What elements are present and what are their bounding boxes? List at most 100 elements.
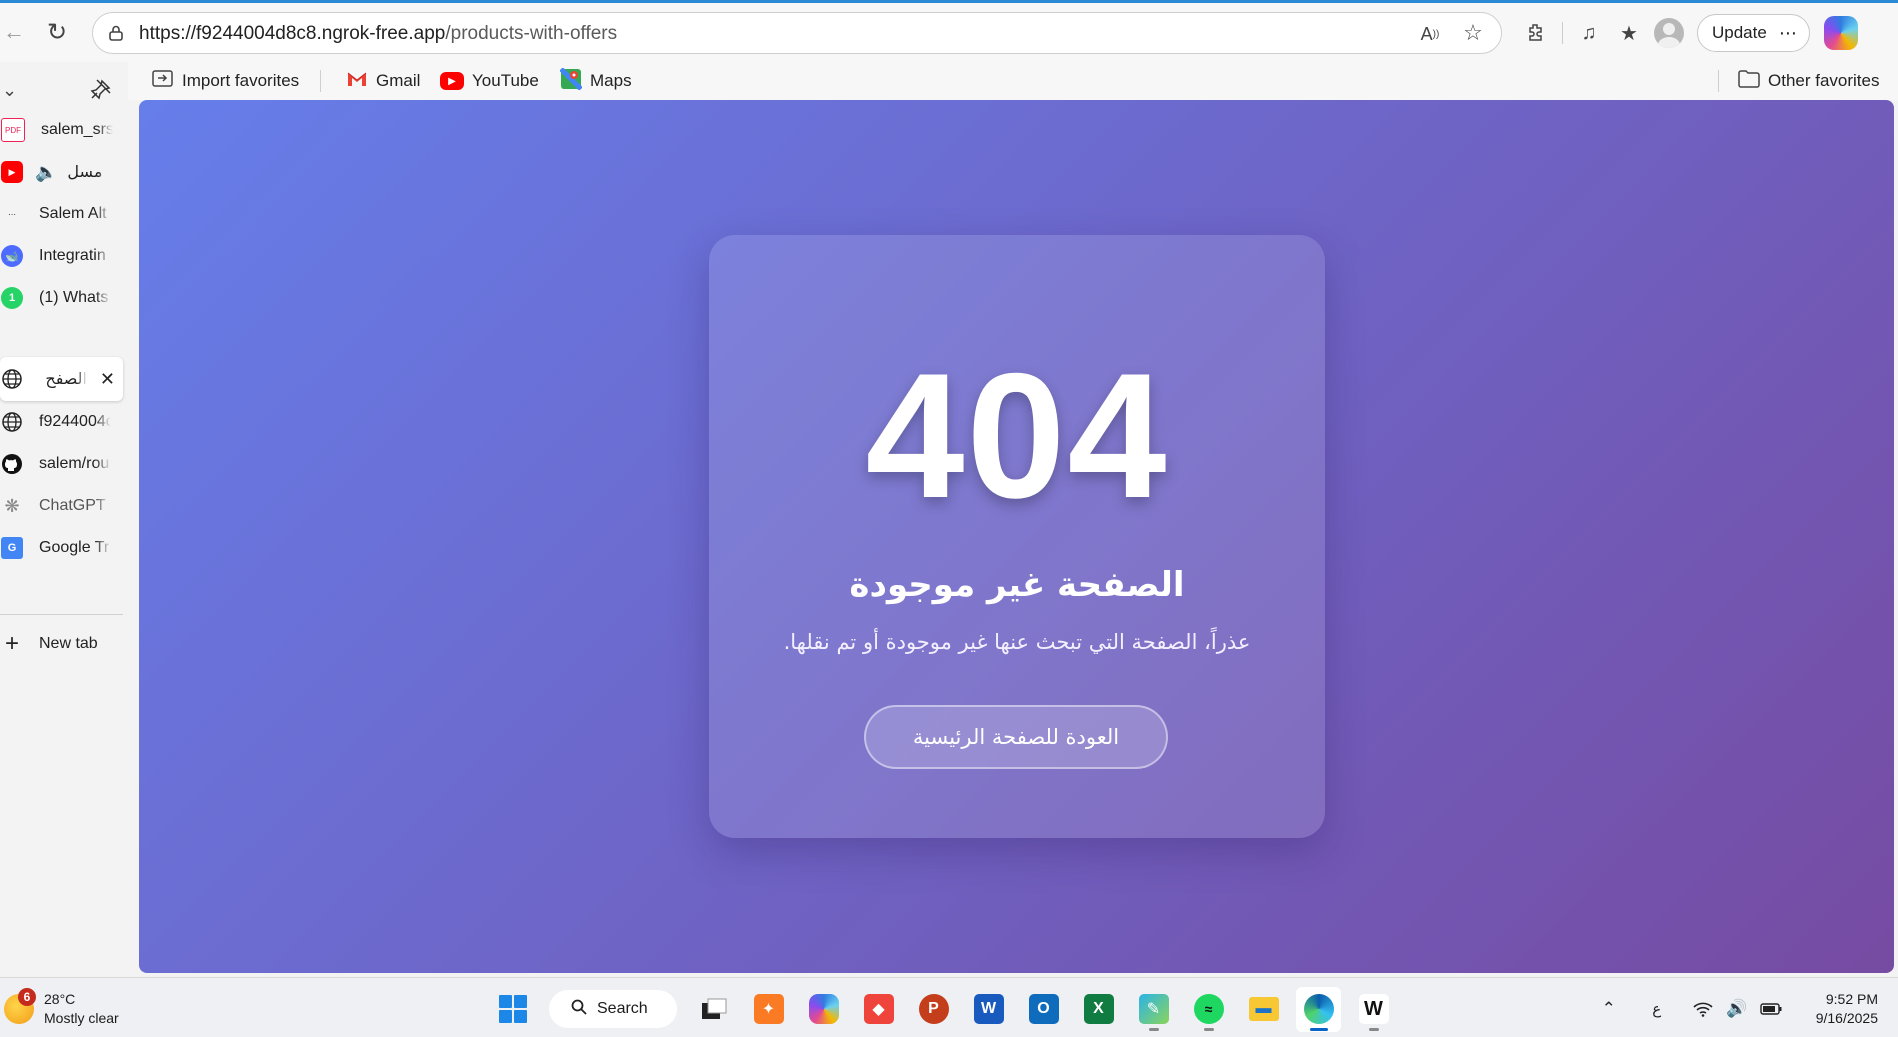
more-menu-icon[interactable]: ⋯: [1779, 23, 1797, 44]
vertical-tab[interactable]: 🐋 Integratin: [0, 234, 123, 278]
vertical-tab[interactable]: f9244004c: [0, 400, 123, 444]
xampp-icon[interactable]: ✦: [746, 987, 791, 1032]
pdf-icon: PDF: [1, 118, 25, 142]
edge-browser-icon[interactable]: [1296, 986, 1341, 1032]
wordly-app-icon[interactable]: W: [1351, 987, 1396, 1032]
site-info-icon[interactable]: [105, 22, 127, 44]
other-favorites-label: Other favorites: [1768, 71, 1880, 90]
vertical-tab[interactable]: salem/rou: [0, 442, 123, 486]
gmail-icon: [346, 70, 368, 93]
vertical-tab-active[interactable]: الصفح ✕: [0, 357, 123, 401]
extensions-icon[interactable]: [1516, 13, 1556, 53]
plus-icon: +: [4, 630, 19, 657]
tab-title: salem/rou: [39, 455, 110, 472]
import-icon: [152, 69, 174, 94]
update-label: Update: [1712, 23, 1767, 42]
wifi-icon[interactable]: [1688, 994, 1718, 1024]
back-arrow-icon[interactable]: ←: [2, 17, 26, 47]
weather-condition: Mostly clear: [44, 1010, 119, 1026]
error-card: 404 الصفحة غير موجودة عذراً، الصفحة التي…: [709, 235, 1325, 838]
deepseek-whale-icon: 🐋: [1, 245, 23, 267]
clock-date: 9/16/2025: [1815, 1010, 1878, 1026]
windows-logo-icon: [498, 995, 527, 1023]
taskbar-apps: Search ✦ ◆ P W O X ✎ ≈ ▬ W: [490, 986, 1396, 1032]
url-host: https://f9244004d8c8.ngrok-free.app: [139, 23, 446, 44]
tab-title: Google Tr: [39, 539, 110, 556]
back-to-home-button[interactable]: العودة للصفحة الرئيسية: [864, 705, 1168, 769]
speaker-icon[interactable]: 🔈: [35, 162, 57, 183]
vertical-tab[interactable]: ⋯ Salem Alt: [0, 192, 123, 236]
paint-icon[interactable]: ✎: [1131, 987, 1176, 1032]
new-tab-button[interactable]: + New tab: [0, 622, 123, 666]
weather-icon: 6: [4, 988, 36, 1024]
favorite-maps[interactable]: Maps: [559, 66, 632, 95]
vertical-tabs-header: ⌄: [0, 72, 128, 112]
address-bar[interactable]: https://f9244004d8c8.ngrok-free.app/prod…: [92, 12, 1502, 54]
error-code: 404: [865, 336, 1169, 535]
import-favorites-label: Import favorites: [182, 71, 300, 90]
favorites-divider: [320, 70, 321, 92]
google-translate-icon: G: [1, 537, 23, 559]
file-explorer-icon[interactable]: ▬: [1241, 987, 1286, 1032]
favorites-bar: Import favorites Gmail ▶ YouTube Maps Ot…: [0, 62, 1898, 100]
favorite-label: Gmail: [376, 71, 421, 90]
anydesk-icon[interactable]: ◆: [856, 987, 901, 1032]
other-favorites-folder[interactable]: Other favorites: [1738, 67, 1880, 95]
vertical-tab[interactable]: PDF salem_srs: [0, 108, 123, 152]
tab-title: Integratin: [39, 247, 106, 264]
copilot-icon[interactable]: [1823, 16, 1858, 50]
globe-icon: [1, 411, 23, 433]
windows-taskbar: 6 28°C Mostly clear Search ✦ ◆ P W O X ✎…: [0, 977, 1898, 1037]
system-clock[interactable]: 9:52 PM 9/16/2025: [1816, 990, 1878, 1028]
import-favorites-link[interactable]: Import favorites: [152, 67, 299, 95]
chatgpt-icon: ❋: [4, 495, 20, 516]
temperature: 28°C: [44, 991, 76, 1007]
search-icon: [571, 999, 587, 1020]
notification-badge: 6: [18, 988, 36, 1006]
add-favorite-star-icon[interactable]: ☆: [1459, 19, 1487, 47]
start-button[interactable]: [490, 987, 535, 1032]
favorite-youtube[interactable]: ▶ YouTube: [440, 67, 539, 95]
vertical-tab[interactable]: ▶ 🔈 مسل: [0, 150, 123, 194]
url-text[interactable]: https://f9244004d8c8.ngrok-free.app/prod…: [139, 23, 617, 45]
spotify-icon[interactable]: ≈: [1186, 987, 1231, 1032]
powerpoint-icon[interactable]: P: [911, 987, 956, 1032]
vertical-tab[interactable]: G Google Tr: [0, 526, 123, 570]
profile-avatar[interactable]: [1649, 13, 1689, 53]
tab-title: الصفح: [45, 371, 87, 388]
avatar: [1654, 18, 1684, 48]
tab-title: مسل: [67, 164, 103, 181]
favorite-label: Maps: [590, 71, 632, 90]
favorite-gmail[interactable]: Gmail: [346, 67, 420, 95]
read-aloud-icon[interactable]: A)): [1417, 21, 1443, 47]
taskbar-search[interactable]: Search: [549, 990, 677, 1028]
clock-time: 9:52 PM: [1825, 991, 1878, 1007]
favorites-divider: [1718, 70, 1719, 92]
copilot-app-icon[interactable]: [801, 987, 846, 1032]
outlook-icon[interactable]: O: [1021, 987, 1066, 1032]
show-hidden-icons-chevron-icon[interactable]: ⌃: [1594, 994, 1624, 1024]
close-tab-icon[interactable]: ✕: [100, 369, 115, 390]
tabs-divider: [0, 614, 123, 615]
globe-icon: [1, 368, 23, 390]
unpin-panel-icon[interactable]: [88, 76, 114, 102]
media-control-icon[interactable]: ♫: [1569, 13, 1609, 53]
update-button[interactable]: Update ⋯: [1697, 14, 1810, 52]
url-path: /products-with-offers: [445, 23, 618, 44]
weather-widget[interactable]: 6 28°C Mostly clear: [4, 988, 119, 1030]
collapse-chevron-icon[interactable]: ⌄: [2, 80, 17, 101]
volume-icon[interactable]: 🔊: [1722, 994, 1752, 1024]
vertical-tab[interactable]: ❋ ChatGPT: [0, 484, 123, 528]
page-viewport: 404 الصفحة غير موجودة عذراً، الصفحة التي…: [139, 100, 1894, 973]
task-view-button[interactable]: [691, 987, 736, 1032]
vertical-tabs-panel: ⌄ PDF salem_srs ▶ 🔈 مسل ⋯ Salem Alt 🐋 In…: [0, 62, 128, 977]
input-language[interactable]: ع: [1642, 994, 1672, 1024]
battery-icon[interactable]: [1756, 994, 1786, 1024]
tab-title: Salem Alt: [39, 205, 107, 222]
word-icon[interactable]: W: [966, 987, 1011, 1032]
reload-icon[interactable]: ↻: [40, 15, 74, 49]
excel-icon[interactable]: X: [1076, 987, 1121, 1032]
favorites-icon[interactable]: ★: [1609, 13, 1649, 53]
error-message: عذراً، الصفحة التي تبحث عنها غير موجودة …: [783, 630, 1251, 654]
vertical-tab[interactable]: 1 (1) Whats: [0, 276, 123, 320]
